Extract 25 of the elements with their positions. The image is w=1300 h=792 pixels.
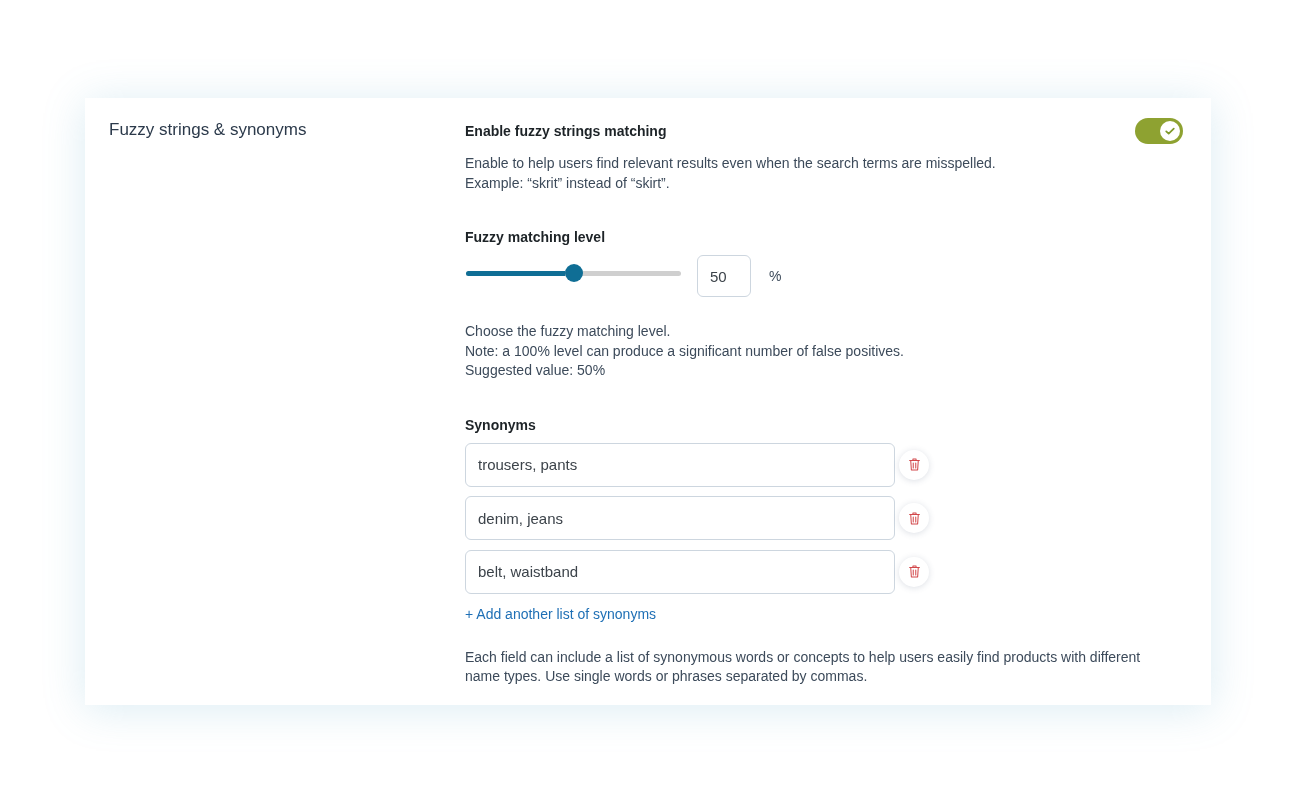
synonym-input[interactable]: trousers, pants — [465, 442, 895, 487]
synonym-input[interactable]: denim, jeans — [465, 496, 895, 540]
synonym-input[interactable]: belt, waistband — [465, 549, 895, 594]
add-synonyms-link[interactable]: + Add another list of synonyms — [465, 603, 657, 624]
setting-label: Fuzzy matching level — [465, 228, 606, 247]
toggle-switch[interactable] — [1135, 118, 1183, 144]
setting-label: Synonyms — [465, 415, 536, 435]
slider-thumb[interactable] — [564, 264, 583, 282]
description-text: Enable to help users find relevant results even when the search terms are misspelled. — [465, 154, 996, 173]
check-icon — [1160, 121, 1180, 141]
level-input[interactable]: 50 — [697, 255, 751, 297]
help-text: Choose the fuzzy matching level. — [465, 322, 671, 341]
unit-label: % — [769, 268, 782, 284]
help-text: Each field can include a list of synonymous words or concepts to help users easily find products with different name types. Use single words or phrases separated by commas. — [465, 647, 1142, 686]
delete-button[interactable] — [899, 503, 929, 533]
description-text: Example: “skrit” instead of “skirt”. — [465, 173, 670, 193]
delete-button[interactable] — [899, 449, 929, 480]
help-text: Note: a 100% level can produce a significant number of false positives. — [465, 341, 904, 361]
section-title: Fuzzy strings & synonyms — [109, 119, 307, 141]
trash-icon — [908, 565, 920, 578]
setting-label: Enable fuzzy strings matching — [465, 122, 667, 141]
delete-button[interactable] — [899, 556, 929, 587]
trash-icon — [908, 511, 920, 525]
trash-icon — [908, 458, 920, 471]
help-text: Suggested value: 50% — [465, 361, 606, 380]
